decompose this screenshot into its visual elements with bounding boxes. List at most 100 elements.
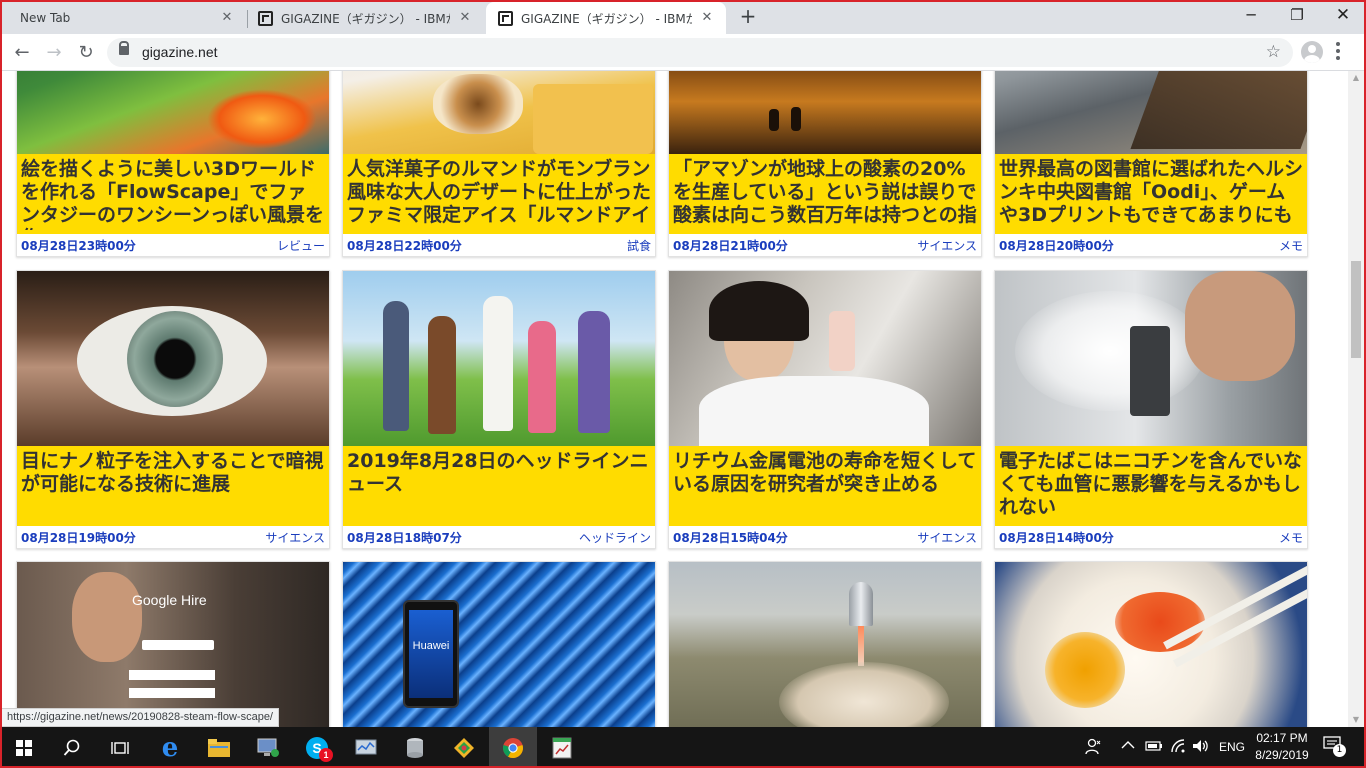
new-tab-plus-icon[interactable]: + bbox=[736, 5, 760, 29]
article-card[interactable]: Huawei bbox=[342, 561, 656, 727]
back-arrow-icon[interactable]: ← bbox=[9, 40, 35, 66]
windows-start-icon[interactable] bbox=[0, 727, 48, 768]
close-icon[interactable]: ✕ bbox=[218, 9, 236, 27]
database-icon[interactable] bbox=[391, 727, 439, 768]
reload-icon[interactable]: ↻ bbox=[73, 40, 99, 66]
article-category[interactable]: ヘッドライン bbox=[579, 529, 651, 546]
article-date: 08月28日21時00分 bbox=[673, 238, 788, 253]
file-explorer-icon[interactable] bbox=[195, 727, 243, 768]
article-title-box[interactable]: 電子たばこはニコチンを含んでいなくても血管に悪影響を与えるかもしれない bbox=[995, 446, 1307, 526]
chevron-up-icon[interactable] bbox=[1121, 739, 1135, 753]
search-icon[interactable] bbox=[48, 727, 96, 768]
article-card[interactable]: 絵を描くように美しい3Dワールドを作れる「FlowScape」でファンタジーのワ… bbox=[16, 71, 330, 257]
volume-icon[interactable] bbox=[1192, 739, 1210, 756]
restore-icon[interactable]: ❐ bbox=[1274, 0, 1320, 30]
article-category[interactable]: サイエンス bbox=[917, 237, 977, 254]
address-bar[interactable]: gigazine.net ☆ bbox=[107, 38, 1293, 67]
scrollbar-thumb[interactable] bbox=[1351, 261, 1361, 358]
article-card[interactable]: 「アマゾンが地球上の酸素の20%を生産している」という説は誤りで酸素は向こう数百… bbox=[668, 71, 982, 257]
article-category[interactable]: サイエンス bbox=[265, 529, 325, 546]
article-title[interactable]: 絵を描くように美しい3Dワールドを作れる「FlowScape」でファンタジーのワ… bbox=[21, 158, 325, 230]
image-caption: Huawei bbox=[412, 640, 450, 652]
edge-browser-icon[interactable]: e bbox=[146, 727, 194, 768]
people-icon[interactable] bbox=[1085, 737, 1103, 758]
input-language[interactable]: ENG bbox=[1219, 740, 1245, 754]
tab-gigazine-2[interactable]: GIGAZINE（ギガジン） - IBMが自律 ✕ bbox=[486, 2, 726, 34]
article-title-box[interactable]: 絵を描くように美しい3Dワールドを作れる「FlowScape」でファンタジーのワ… bbox=[17, 154, 329, 234]
article-card[interactable]: 世界最高の図書館に選ばれたヘルシンキ中央図書館「Oodi」、ゲームや3Dプリント… bbox=[994, 71, 1308, 257]
article-title[interactable]: 人気洋菓子のルマンドがモンブラン風味な大人のデザートに仕上がったファミマ限定アイ… bbox=[347, 158, 651, 230]
article-date: 08月28日23時00分 bbox=[21, 238, 136, 253]
article-meta: 08月28日20時00分 メモ bbox=[995, 234, 1307, 256]
article-title-box[interactable]: 2019年8月28日のヘッドラインニュース bbox=[343, 446, 655, 526]
article-card[interactable] bbox=[994, 561, 1308, 727]
wifi-icon[interactable] bbox=[1170, 738, 1188, 757]
article-thumbnail[interactable] bbox=[17, 71, 329, 154]
article-thumbnail[interactable] bbox=[669, 271, 981, 446]
article-card[interactable]: 目にナノ粒子を注入することで暗視が可能になる技術に進展 08月28日19時00分… bbox=[16, 270, 330, 549]
url-text[interactable]: gigazine.net bbox=[142, 44, 218, 60]
close-icon[interactable]: ✕ bbox=[698, 9, 716, 27]
article-card[interactable] bbox=[668, 561, 982, 727]
article-card[interactable]: 人気洋菓子のルマンドがモンブラン風味な大人のデザートに仕上がったファミマ限定アイ… bbox=[342, 71, 656, 257]
article-title[interactable]: リチウム金属電池の寿命を短くしている原因を研究者が突き止める bbox=[673, 450, 977, 522]
notepad-chart-icon[interactable] bbox=[538, 727, 586, 768]
article-thumbnail[interactable] bbox=[995, 562, 1307, 727]
article-title-box[interactable]: 目にナノ粒子を注入することで暗視が可能になる技術に進展 bbox=[17, 446, 329, 526]
article-title-box[interactable]: 人気洋菓子のルマンドがモンブラン風味な大人のデザートに仕上がったファミマ限定アイ… bbox=[343, 154, 655, 234]
article-title-box[interactable]: リチウム金属電池の寿命を短くしている原因を研究者が突き止める bbox=[669, 446, 981, 526]
profile-avatar-icon[interactable] bbox=[1301, 41, 1323, 63]
window-close-icon[interactable]: ✕ bbox=[1320, 0, 1366, 30]
minimize-icon[interactable]: ─ bbox=[1228, 0, 1274, 30]
remote-desktop-icon[interactable] bbox=[244, 727, 292, 768]
gigazine-favicon-icon bbox=[498, 10, 513, 26]
article-category[interactable]: メモ bbox=[1279, 529, 1303, 546]
article-thumbnail[interactable]: Huawei bbox=[343, 562, 655, 727]
forward-arrow-icon[interactable]: → bbox=[41, 40, 67, 66]
article-card[interactable]: Google Hire bbox=[16, 561, 330, 727]
article-card[interactable]: リチウム金属電池の寿命を短くしている原因を研究者が突き止める 08月28日15時… bbox=[668, 270, 982, 549]
article-card[interactable]: 2019年8月28日のヘッドラインニュース 08月28日18時07分 ヘッドライン bbox=[342, 270, 656, 549]
chrome-menu-icon[interactable] bbox=[1336, 42, 1340, 63]
article-title-box[interactable]: 世界最高の図書館に選ばれたヘルシンキ中央図書館「Oodi」、ゲームや3Dプリント… bbox=[995, 154, 1307, 234]
article-thumbnail[interactable] bbox=[669, 71, 981, 154]
article-title[interactable]: 「アマゾンが地球上の酸素の20%を生産している」という説は誤りで酸素は向こう数百… bbox=[673, 158, 977, 230]
tab-new-tab[interactable]: New Tab ✕ bbox=[2, 2, 246, 34]
battery-icon[interactable] bbox=[1145, 740, 1163, 755]
task-view-icon[interactable] bbox=[96, 727, 144, 768]
system-monitor-icon[interactable] bbox=[342, 727, 390, 768]
article-date: 08月28日18時07分 bbox=[347, 530, 462, 545]
article-thumbnail[interactable] bbox=[17, 271, 329, 446]
system-clock[interactable]: 02:17 PM 8/29/2019 bbox=[1251, 730, 1313, 764]
scroll-down-icon[interactable]: ▼ bbox=[1351, 715, 1361, 725]
article-meta: 08月28日22時00分 試食 bbox=[343, 234, 655, 256]
action-center-icon[interactable]: 1 bbox=[1323, 736, 1346, 757]
article-thumbnail[interactable] bbox=[669, 562, 981, 727]
tab-gigazine-1[interactable]: GIGAZINE（ギガジン） - IBMが自律 ✕ bbox=[248, 2, 484, 34]
article-category[interactable]: サイエンス bbox=[917, 529, 977, 546]
article-title-box[interactable]: 「アマゾンが地球上の酸素の20%を生産している」という説は誤りで酸素は向こう数百… bbox=[669, 154, 981, 234]
article-category[interactable]: レビュー bbox=[277, 237, 325, 254]
article-thumbnail[interactable] bbox=[343, 271, 655, 446]
article-title[interactable]: 目にナノ粒子を注入することで暗視が可能になる技術に進展 bbox=[21, 450, 325, 522]
lock-icon[interactable] bbox=[119, 41, 129, 55]
git-tool-icon[interactable] bbox=[440, 727, 488, 768]
scroll-up-icon[interactable]: ▲ bbox=[1351, 73, 1361, 83]
article-thumbnail[interactable]: Google Hire bbox=[17, 562, 329, 727]
article-title[interactable]: 世界最高の図書館に選ばれたヘルシンキ中央図書館「Oodi」、ゲームや3Dプリント… bbox=[999, 158, 1303, 230]
article-title[interactable]: 2019年8月28日のヘッドラインニュース bbox=[347, 450, 651, 522]
link-status-bubble: https://gigazine.net/news/20190828-steam… bbox=[2, 708, 279, 727]
article-thumbnail[interactable] bbox=[995, 271, 1307, 446]
article-title[interactable]: 電子たばこはニコチンを含んでいなくても血管に悪影響を与えるかもしれない bbox=[999, 450, 1303, 522]
article-date: 08月28日14時00分 bbox=[999, 530, 1114, 545]
close-icon[interactable]: ✕ bbox=[456, 9, 474, 27]
article-thumbnail[interactable] bbox=[343, 71, 655, 154]
bookmark-star-icon[interactable]: ☆ bbox=[1266, 42, 1281, 62]
vertical-scrollbar[interactable]: ▲ ▼ bbox=[1348, 71, 1364, 727]
article-category[interactable]: 試食 bbox=[627, 237, 651, 254]
article-thumbnail[interactable] bbox=[995, 71, 1307, 154]
article-category[interactable]: メモ bbox=[1279, 237, 1303, 254]
skype-icon[interactable]: S 1 bbox=[293, 727, 341, 768]
article-card[interactable]: 電子たばこはニコチンを含んでいなくても血管に悪影響を与えるかもしれない 08月2… bbox=[994, 270, 1308, 549]
chrome-icon[interactable] bbox=[489, 727, 537, 768]
